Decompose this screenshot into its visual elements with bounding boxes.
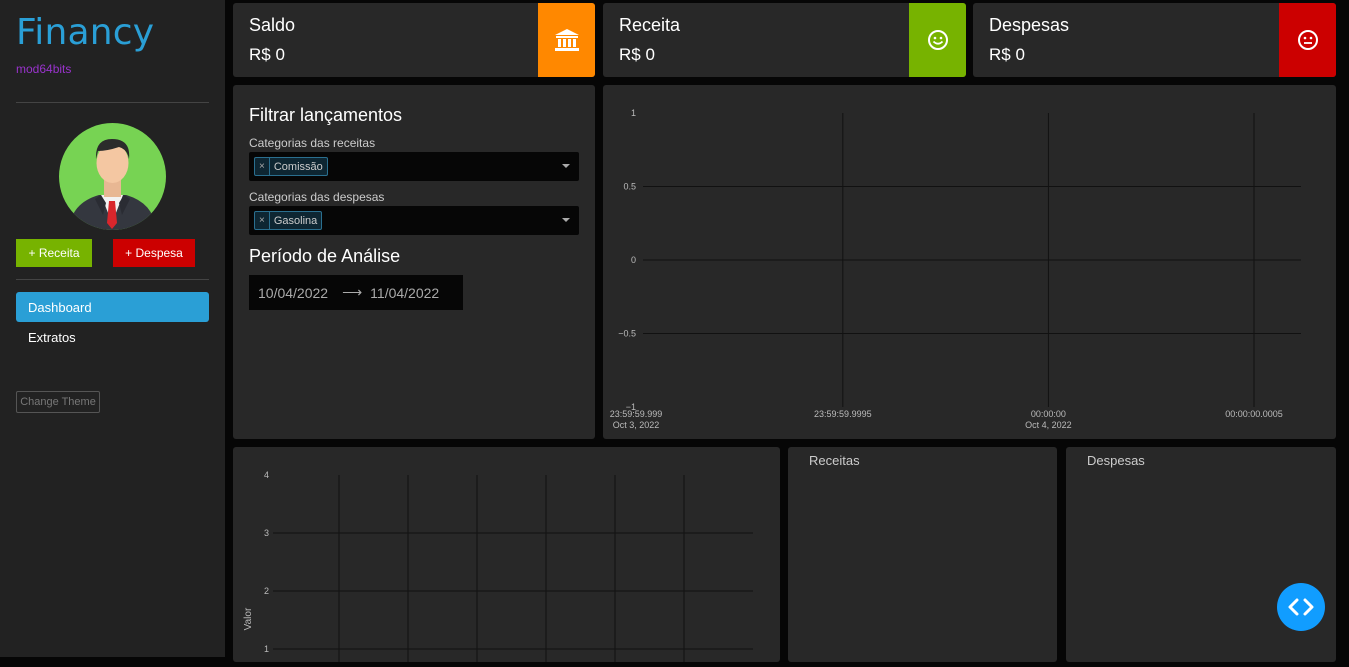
x-tick-label: Oct 4, 2022 — [1025, 420, 1072, 430]
chevron-down-icon[interactable] — [562, 218, 570, 222]
x-tick-label: 00:00:00.0005 — [1225, 409, 1283, 419]
y-tick-label: 2 — [264, 586, 269, 596]
stat-value: R$ 0 — [249, 45, 285, 64]
end-date-input[interactable]: 11/04/2022 — [370, 285, 439, 301]
y-axis-label: Valor — [243, 607, 254, 630]
y-tick-label: 1 — [631, 108, 636, 118]
line-chart-panel: 1 0.5 0 −0.5 −1 23:59:59.999 Oct 3, 2022 23:59:… — [603, 85, 1336, 439]
income-categories-select[interactable]: × Comissão — [249, 152, 579, 181]
divider — [16, 279, 209, 280]
brand-title: Financy — [16, 12, 155, 53]
y-tick-label: 0.5 — [623, 182, 636, 192]
filter-title: Filtrar lançamentos — [249, 105, 403, 125]
y-tick-label: 1 — [264, 644, 269, 654]
avatar — [59, 123, 166, 230]
filter-panel: Filtrar lançamentos Categorias das recei… — [233, 85, 595, 439]
remove-tag-icon[interactable]: × — [255, 212, 270, 229]
stat-card-saldo: Saldo R$ 0 — [233, 3, 595, 77]
divider — [16, 102, 209, 103]
x-tick-label: 23:59:59.999 — [610, 409, 663, 419]
x-tick-label: 00:00:00 — [1031, 409, 1066, 419]
expense-panel-title: Despesas — [1087, 453, 1145, 468]
smile-icon — [927, 30, 948, 50]
debug-toggle-button[interactable] — [1277, 583, 1325, 631]
change-theme-button[interactable]: Change Theme — [16, 391, 100, 413]
stat-value: R$ 0 — [989, 45, 1025, 64]
neutral-face-icon — [1297, 30, 1318, 50]
x-tick-label: 23:59:59.9995 — [814, 409, 872, 419]
stat-title: Receita — [619, 15, 681, 35]
brand-subtitle: mod64bits — [16, 62, 72, 76]
add-income-button[interactable]: + Receita — [16, 239, 92, 267]
nav-dashboard[interactable]: Dashboard — [16, 292, 209, 322]
line-chart: 10.50−0.5−123:59:59.999Oct 3, 202223:59:… — [610, 108, 1301, 430]
y-tick-label: 3 — [264, 528, 269, 538]
stat-icon-box — [909, 3, 966, 77]
code-brackets-icon — [1288, 598, 1314, 616]
start-date-input[interactable]: 10/04/2022 — [258, 285, 328, 301]
y-tick-label: 4 — [264, 470, 269, 480]
income-panel-title: Receitas — [809, 453, 860, 468]
remove-tag-icon[interactable]: × — [255, 158, 270, 175]
add-expense-button[interactable]: + Despesa — [113, 239, 195, 267]
stat-icon-box — [538, 3, 595, 77]
y-tick-label: 0 — [631, 255, 636, 265]
stat-icon-box — [1279, 3, 1336, 77]
selected-tag: × Gasolina — [254, 211, 323, 230]
arrow-right-icon: ⟶ — [342, 284, 363, 300]
bar-chart: 4 3 2 1 Valor — [243, 470, 753, 662]
x-tick-label: Oct 3, 2022 — [613, 420, 660, 430]
income-categories-label: Categorias das receitas — [249, 136, 376, 150]
expense-categories-select[interactable]: × Gasolina — [249, 206, 579, 235]
stat-card-receita: Receita R$ 0 — [603, 3, 966, 77]
stat-card-despesas: Despesas R$ 0 — [973, 3, 1336, 77]
expense-categories-label: Categorias das despesas — [249, 190, 385, 204]
income-panel: Receitas — [788, 447, 1057, 662]
stat-title: Saldo — [249, 15, 296, 35]
period-title: Período de Análise — [249, 246, 401, 266]
stat-title: Despesas — [989, 15, 1070, 35]
nav-extratos[interactable]: Extratos — [16, 322, 209, 352]
bank-icon — [554, 29, 579, 51]
stat-value: R$ 0 — [619, 45, 655, 64]
bar-chart-panel: 4 3 2 1 Valor — [233, 447, 780, 662]
user-avatar-icon — [69, 139, 156, 230]
date-range-picker[interactable]: 10/04/2022 ⟶ 11/04/2022 — [249, 275, 463, 310]
y-tick-label: −0.5 — [618, 329, 636, 339]
selected-tag: × Comissão — [254, 157, 328, 176]
tag-label: Comissão — [273, 160, 323, 173]
chevron-down-icon[interactable] — [562, 164, 570, 168]
tag-label: Gasolina — [273, 214, 318, 227]
sidebar: Financy mod64bits + Receita + Despesa Da… — [0, 0, 225, 657]
